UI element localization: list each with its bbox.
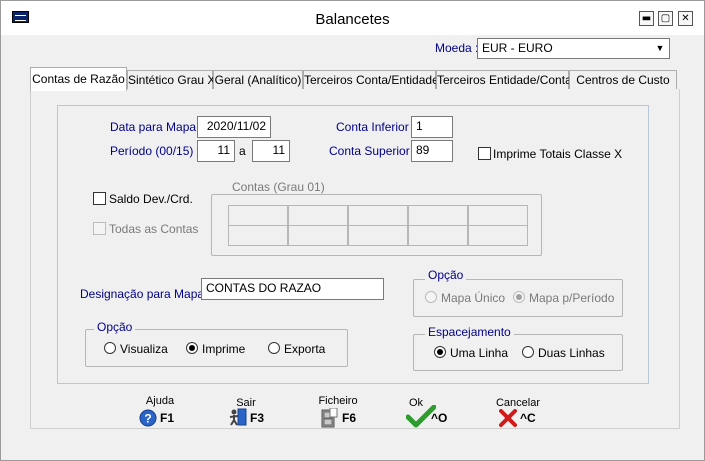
contas-grau-title: Contas (Grau 01) <box>229 180 328 194</box>
balancetes-window: Balancetes ▬ ▢ ✕ Moeda : EUR - EURO ▼ Co… <box>0 0 705 461</box>
designacao-field[interactable]: CONTAS DO RAZAO <box>201 278 384 300</box>
ok-key: ^O <box>431 411 448 425</box>
duas-linhas-label[interactable]: Duas Linhas <box>538 346 605 360</box>
ficheiro-key: F6 <box>342 411 357 425</box>
contas-grid-cell[interactable] <box>468 205 528 226</box>
conta-inferior-field[interactable]: 1 <box>411 116 453 138</box>
contas-grid-cell[interactable] <box>288 205 348 226</box>
conta-superior-label: Conta Superior <box>329 144 410 158</box>
cancelar-caption: Cancelar <box>495 397 541 409</box>
contas-grid-cell[interactable] <box>408 225 468 246</box>
ficheiro-button[interactable]: Ficheiro <box>315 395 361 407</box>
espacamento-title: Espacejamento <box>425 325 514 339</box>
currency-select[interactable]: EUR - EURO ▼ <box>477 38 670 59</box>
saldo-checkbox[interactable] <box>93 192 106 205</box>
mapa-periodo-radio[interactable] <box>513 291 525 303</box>
close-button[interactable]: ✕ <box>678 11 693 26</box>
data-mapa-label: Data para Mapa <box>110 120 197 134</box>
contas-grid-cell[interactable] <box>348 225 408 246</box>
tab-centros-de-custo[interactable]: Centros de Custo <box>569 70 677 90</box>
visualiza-label[interactable]: Visualiza <box>120 342 168 356</box>
tab-terceiros-entidade-conta[interactable]: Terceiros Entidade/Conta <box>436 70 572 90</box>
tab-sintetico-grau-x[interactable]: Sintético Grau X <box>127 70 215 90</box>
todas-contas-checkbox[interactable] <box>93 222 106 235</box>
saldo-label[interactable]: Saldo Dev./Crd. <box>109 192 193 206</box>
opcao-mapa-title: Opção <box>425 268 467 282</box>
chevron-down-icon: ▼ <box>655 43 665 53</box>
minimize-button[interactable]: ▬ <box>639 11 654 26</box>
maximize-button[interactable]: ▢ <box>658 11 673 26</box>
contas-grid-cell[interactable] <box>408 205 468 226</box>
mapa-periodo-label: Mapa p/Período <box>529 291 615 305</box>
tab-terceiros-conta-entidade[interactable]: Terceiros Conta/Entidade <box>303 70 439 90</box>
ficheiro-caption: Ficheiro <box>318 395 358 407</box>
imprime-radio[interactable] <box>186 342 198 354</box>
imprime-totais-checkbox[interactable] <box>478 147 491 160</box>
duas-linhas-radio[interactable] <box>522 346 534 358</box>
cancelar-key: ^C <box>520 411 536 425</box>
ajuda-key: F1 <box>160 411 175 425</box>
tab-geral-analitico[interactable]: Geral (Analítico) <box>213 70 303 90</box>
contas-grid-cell[interactable] <box>228 225 288 246</box>
uma-linha-radio[interactable] <box>434 346 446 358</box>
exporta-label[interactable]: Exporta <box>284 342 325 356</box>
ajuda-button[interactable]: Ajuda <box>135 395 185 407</box>
periodo-separator: a <box>239 144 246 158</box>
title-bar[interactable]: Balancetes ▬ ▢ ✕ <box>1 1 704 35</box>
conta-inferior-label: Conta Inferior <box>336 120 409 134</box>
currency-value: EUR - EURO <box>482 41 553 55</box>
help-icon: ? <box>139 409 157 427</box>
periodo-to-field[interactable]: 11 <box>252 140 290 162</box>
contas-grid-cell[interactable] <box>228 205 288 226</box>
exporta-radio[interactable] <box>268 342 280 354</box>
ajuda-caption: Ajuda <box>145 395 175 407</box>
contas-grid-cell[interactable] <box>468 225 528 246</box>
mapa-unico-label: Mapa Único <box>441 291 506 305</box>
conta-superior-field[interactable]: 89 <box>411 140 453 162</box>
imprime-totais-label[interactable]: Imprime Totais Classe X <box>493 147 622 161</box>
contas-grid-cell[interactable] <box>288 225 348 246</box>
svg-text:?: ? <box>144 412 151 426</box>
sair-key: F3 <box>250 411 265 425</box>
designacao-label: Designação para Mapa <box>80 287 205 301</box>
periodo-from-field[interactable]: 11 <box>197 140 235 162</box>
cancelar-button[interactable]: Cancelar <box>492 397 544 409</box>
periodo-label: Período (00/15) <box>110 144 194 158</box>
tab-contas-de-razao[interactable]: Contas de Razão <box>30 67 127 91</box>
file-cabinet-icon <box>321 408 338 428</box>
visualiza-radio[interactable] <box>104 342 116 354</box>
cancel-x-icon <box>499 409 517 427</box>
currency-label: Moeda : <box>435 41 479 55</box>
data-mapa-field[interactable]: 2020/11/02 <box>197 116 271 138</box>
opcao-output-title: Opção <box>94 320 136 334</box>
contas-grid-cell[interactable] <box>348 205 408 226</box>
imprime-label[interactable]: Imprime <box>202 342 245 356</box>
uma-linha-label[interactable]: Uma Linha <box>450 346 508 360</box>
exit-door-icon <box>229 408 247 426</box>
mapa-unico-radio[interactable] <box>425 291 437 303</box>
window-title: Balancetes <box>315 11 390 28</box>
todas-contas-label: Todas as Contas <box>109 222 199 236</box>
